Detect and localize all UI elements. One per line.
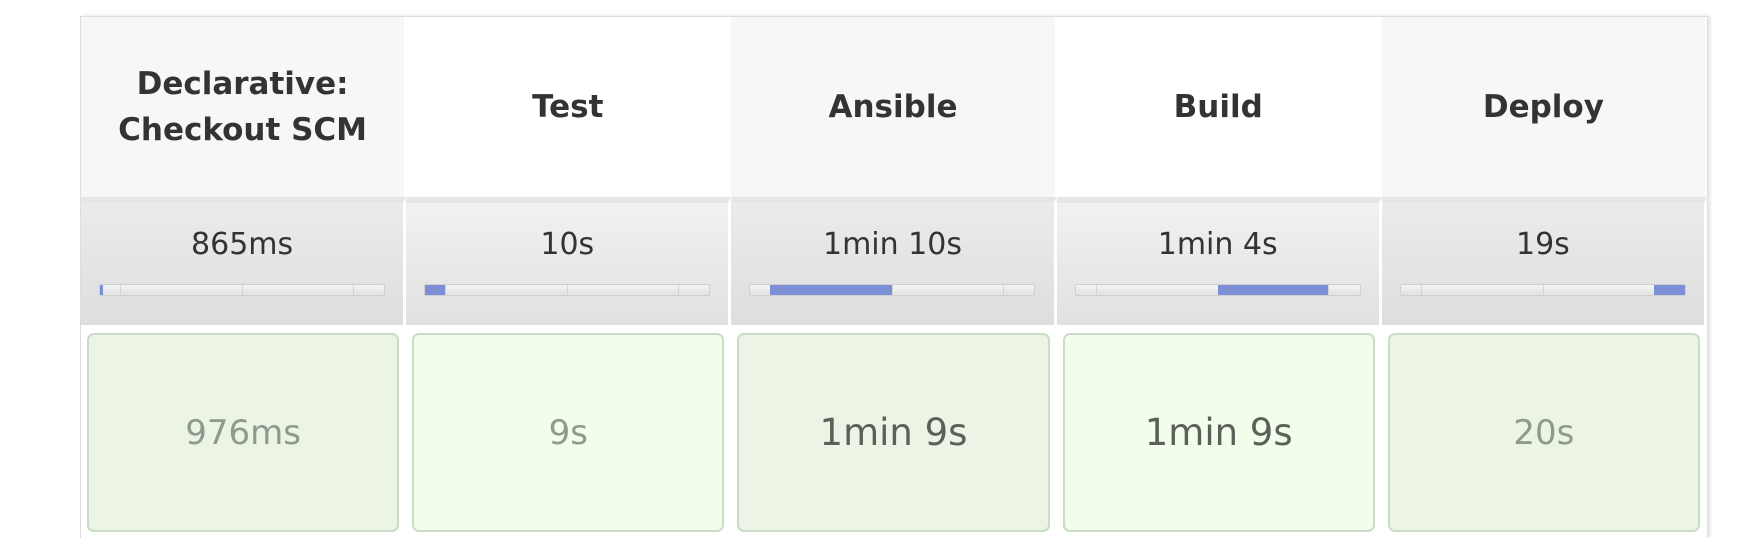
run-cell-ansible[interactable]: 1min 9s — [731, 325, 1057, 538]
stage-header-test: Test — [406, 17, 732, 197]
duration-bar-divider — [242, 285, 244, 295]
run-cell-deploy[interactable]: 20s — [1381, 325, 1707, 538]
avg-cell-checkout-scm: 865ms — [81, 197, 407, 325]
avg-cell-build: 1min 4s — [1056, 197, 1382, 325]
duration-bar-fill — [1653, 285, 1685, 295]
stage-result-success[interactable]: 1min 9s — [1062, 333, 1375, 532]
duration-bar-divider — [1420, 285, 1422, 295]
avg-cell-ansible: 1min 10s — [731, 197, 1057, 325]
duration-bar-divider — [567, 285, 569, 295]
run-duration: 1min 9s — [1144, 411, 1293, 454]
stage-header-label: Ansible — [828, 88, 958, 125]
stage-header-label: Build — [1173, 88, 1263, 125]
stage-header-label: Deploy — [1482, 88, 1604, 125]
run-duration: 976ms — [185, 412, 301, 453]
avg-time: 10s — [540, 227, 595, 262]
stage-result-success[interactable]: 976ms — [87, 333, 400, 532]
duration-bar — [99, 284, 386, 296]
duration-bar-fill — [770, 285, 893, 295]
duration-bar-fill — [100, 285, 103, 295]
stage-result-success[interactable]: 20s — [1387, 333, 1700, 532]
duration-bar-fill — [425, 285, 446, 295]
avg-time: 19s — [1515, 227, 1570, 262]
duration-bar — [749, 284, 1036, 296]
duration-bar-divider — [352, 285, 354, 295]
stage-header-ansible: Ansible — [731, 17, 1057, 197]
duration-bar-divider — [892, 285, 894, 295]
run-duration: 20s — [1513, 412, 1575, 453]
duration-bar-divider — [445, 285, 447, 295]
stage-header-checkout-scm: Declarative: Checkout SCM — [81, 17, 407, 197]
stage-header-build: Build — [1056, 17, 1382, 197]
duration-bar — [424, 284, 711, 296]
run-duration: 1min 9s — [819, 411, 968, 454]
stage-header-label: Declarative: Checkout SCM — [118, 65, 368, 149]
avg-cell-deploy: 19s — [1381, 197, 1707, 325]
avg-time: 1min 4s — [1157, 227, 1278, 262]
stage-view-table: Declarative: Checkout SCM Test Ansible B… — [80, 16, 1708, 538]
run-cell-test[interactable]: 9s — [406, 325, 732, 538]
stage-result-success[interactable]: 9s — [412, 333, 725, 532]
duration-bar-divider — [1003, 285, 1005, 295]
duration-bar-fill — [1217, 285, 1329, 295]
stage-header-label: Test — [532, 88, 604, 125]
duration-bar-divider — [1328, 285, 1330, 295]
run-duration: 9s — [548, 412, 588, 453]
stage-header-deploy: Deploy — [1381, 17, 1707, 197]
duration-bar — [1074, 284, 1361, 296]
duration-bar-divider — [1095, 285, 1097, 295]
avg-time: 1min 10s — [822, 227, 962, 262]
stage-result-success[interactable]: 1min 9s — [737, 333, 1050, 532]
duration-bar — [1399, 284, 1686, 296]
run-cell-build[interactable]: 1min 9s — [1056, 325, 1382, 538]
run-cell-checkout-scm[interactable]: 976ms — [81, 325, 407, 538]
duration-bar-divider — [1542, 285, 1544, 295]
avg-cell-test: 10s — [406, 197, 732, 325]
duration-bar-divider — [678, 285, 680, 295]
duration-bar-divider — [119, 285, 121, 295]
avg-time: 865ms — [191, 227, 294, 262]
